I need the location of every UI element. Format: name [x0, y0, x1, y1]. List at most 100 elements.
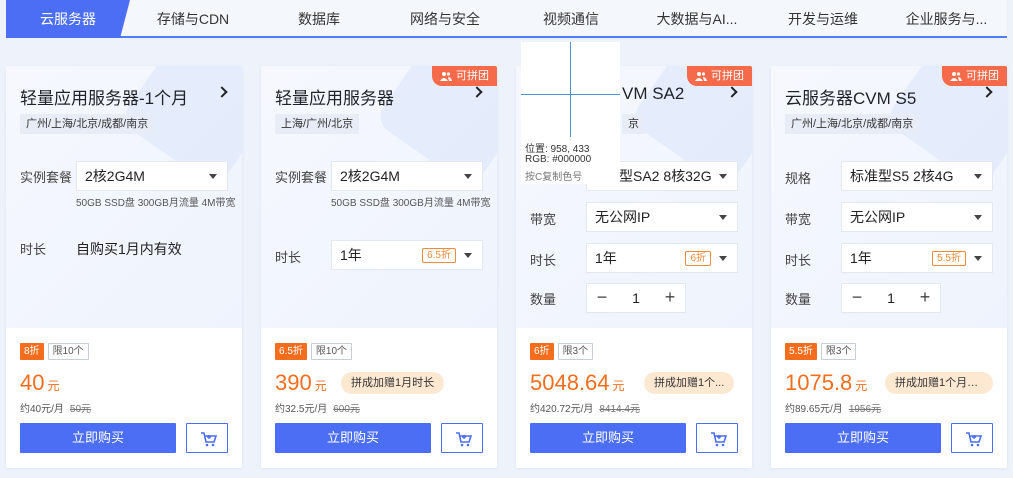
- decrement-button[interactable]: −: [842, 284, 872, 312]
- tab-video-communication[interactable]: 视频通信: [508, 0, 634, 38]
- discount-tag: 6折: [530, 343, 554, 360]
- duration-select[interactable]: 1年 5.5折: [841, 243, 993, 273]
- price-per-month: 约40元/月 50元: [20, 404, 92, 415]
- regions-badge: 京: [622, 114, 645, 134]
- buy-now-button[interactable]: 立即购买: [20, 423, 176, 453]
- group-buy-tip: 拼成加赠1月时长: [341, 372, 445, 394]
- price-per-month: 约420.72元/月 8414.4元: [530, 404, 640, 415]
- duration-label: 时长: [785, 253, 812, 268]
- price: 5048.64 元: [530, 370, 625, 395]
- duration-discount-tag: 6折: [685, 251, 711, 266]
- group-buy-badge: 可拼团: [942, 66, 1007, 86]
- quantity-stepper: − 1 +: [841, 283, 941, 313]
- picker-hint: 按C复制色号: [525, 172, 583, 183]
- tab-cloud-server[interactable]: 云服务器: [6, 0, 130, 38]
- caret-down-icon: [719, 174, 727, 179]
- bandwidth-label: 带宽: [785, 212, 812, 227]
- picker-rgb: RGB: #000000: [525, 154, 592, 165]
- add-to-cart-button[interactable]: [186, 423, 228, 453]
- limit-tag: 限3个: [820, 343, 857, 360]
- add-to-cart-button[interactable]: [441, 423, 483, 453]
- caret-down-icon: [719, 215, 727, 220]
- spec-select[interactable]: 标准型S5 2核4G: [841, 161, 993, 191]
- duration-label: 时长: [275, 250, 302, 265]
- quantity-label: 数量: [785, 292, 812, 307]
- decrement-button[interactable]: −: [587, 284, 617, 312]
- cart-icon: [711, 432, 728, 447]
- caret-down-icon: [464, 174, 472, 179]
- regions-badge: 广州/上海/北京/成都/南京: [20, 114, 155, 134]
- discount-tag: 5.5折: [785, 343, 817, 360]
- increment-button[interactable]: +: [655, 284, 685, 312]
- tab-devops[interactable]: 开发与运维: [760, 0, 886, 38]
- price: 390 元: [275, 370, 327, 395]
- tab-database[interactable]: 数据库: [256, 0, 382, 38]
- cart-icon: [201, 432, 218, 447]
- cart-icon: [966, 432, 983, 447]
- duration-select[interactable]: 1年 6折: [586, 243, 738, 273]
- tab-network-security[interactable]: 网络与安全: [382, 0, 508, 38]
- duration-discount-tag: 5.5折: [932, 251, 966, 266]
- instance-note: 50GB SSD盘 300GB月流量 4M带宽: [76, 198, 236, 209]
- group-buy-tip: 拼成加赠1个...: [644, 372, 735, 394]
- users-icon: [950, 72, 962, 81]
- original-price: 50元: [69, 404, 92, 415]
- card-title[interactable]: VM SA2: [622, 84, 684, 104]
- card-title[interactable]: 轻量应用服务器-1个月: [20, 84, 188, 109]
- card-title[interactable]: 云服务器CVM S5: [785, 84, 916, 109]
- price: 1075.8 元: [785, 370, 868, 395]
- discount-tag: 6.5折: [275, 343, 307, 360]
- duration-select[interactable]: 1年 6.5折: [331, 240, 483, 270]
- caret-down-icon: [974, 174, 982, 179]
- duration-label: 时长: [20, 242, 47, 257]
- instance-note: 50GB SSD盘 300GB月流量 4M带宽: [331, 198, 491, 209]
- card-title[interactable]: 轻量应用服务器: [275, 84, 394, 109]
- tab-storage-cdn[interactable]: 存储与CDN: [130, 0, 256, 38]
- bandwidth-select[interactable]: 无公网IP: [841, 202, 993, 232]
- quantity-stepper: − 1 +: [586, 283, 686, 313]
- regions-badge: 上海/广州/北京: [275, 114, 360, 134]
- add-to-cart-button[interactable]: [696, 423, 738, 453]
- buy-now-button[interactable]: 立即购买: [785, 423, 941, 453]
- price-per-month: 约32.5元/月 600元: [275, 404, 360, 415]
- quantity-value[interactable]: 1: [872, 290, 910, 306]
- color-picker-overlay: 位置: 958, 433 RGB: #000000 按C复制色号: [521, 42, 620, 184]
- caret-down-icon: [974, 215, 982, 220]
- discount-tag: 8折: [20, 343, 44, 360]
- buy-now-button[interactable]: 立即购买: [275, 423, 431, 453]
- tab-enterprise-services[interactable]: 企业服务与...: [886, 0, 1007, 38]
- picker-position: 位置: 958, 433: [525, 144, 590, 155]
- group-buy-badge: 可拼团: [432, 66, 497, 86]
- original-price: 1956元: [848, 404, 882, 415]
- crosshair-horizontal: [521, 94, 620, 95]
- caret-down-icon: [974, 256, 982, 261]
- bandwidth-select[interactable]: 无公网IP: [586, 202, 738, 232]
- group-buy-tip: 拼成加赠1个月时...: [885, 372, 993, 394]
- increment-button[interactable]: +: [910, 284, 940, 312]
- caret-down-icon: [719, 256, 727, 261]
- limit-tag: 限10个: [310, 343, 353, 360]
- add-to-cart-button[interactable]: [951, 423, 993, 453]
- quantity-value[interactable]: 1: [617, 290, 655, 306]
- tab-bigdata-ai[interactable]: 大数据与AI...: [634, 0, 760, 38]
- limit-tag: 限3个: [557, 343, 594, 360]
- crosshair-vertical: [570, 42, 571, 137]
- limit-tag: 限10个: [47, 343, 89, 360]
- price-per-month: 约89.65元/月 1956元: [785, 404, 882, 415]
- duration-label: 时长: [530, 253, 557, 268]
- quantity-label: 数量: [530, 292, 557, 307]
- spec-label: 规格: [785, 171, 812, 186]
- buy-now-button[interactable]: 立即购买: [530, 423, 686, 453]
- instance-select[interactable]: 2核2G4M: [76, 161, 228, 191]
- product-card-lighthouse: 可拼团 轻量应用服务器 上海/广州/北京 实例套餐 2核2G4M 50GB SS…: [261, 66, 497, 468]
- price: 40 元: [20, 370, 60, 395]
- group-buy-badge: 可拼团: [687, 66, 752, 86]
- regions-badge: 广州/上海/北京/成都/南京: [785, 114, 920, 134]
- duration-discount-tag: 6.5折: [422, 248, 456, 263]
- users-icon: [695, 72, 707, 81]
- bandwidth-label: 带宽: [530, 212, 557, 227]
- category-tabbar: 云服务器 存储与CDN 数据库 网络与安全 视频通信 大数据与AI... 开发与…: [6, 0, 1007, 38]
- caret-down-icon: [209, 174, 217, 179]
- instance-select[interactable]: 2核2G4M: [331, 161, 483, 191]
- caret-down-icon: [464, 253, 472, 258]
